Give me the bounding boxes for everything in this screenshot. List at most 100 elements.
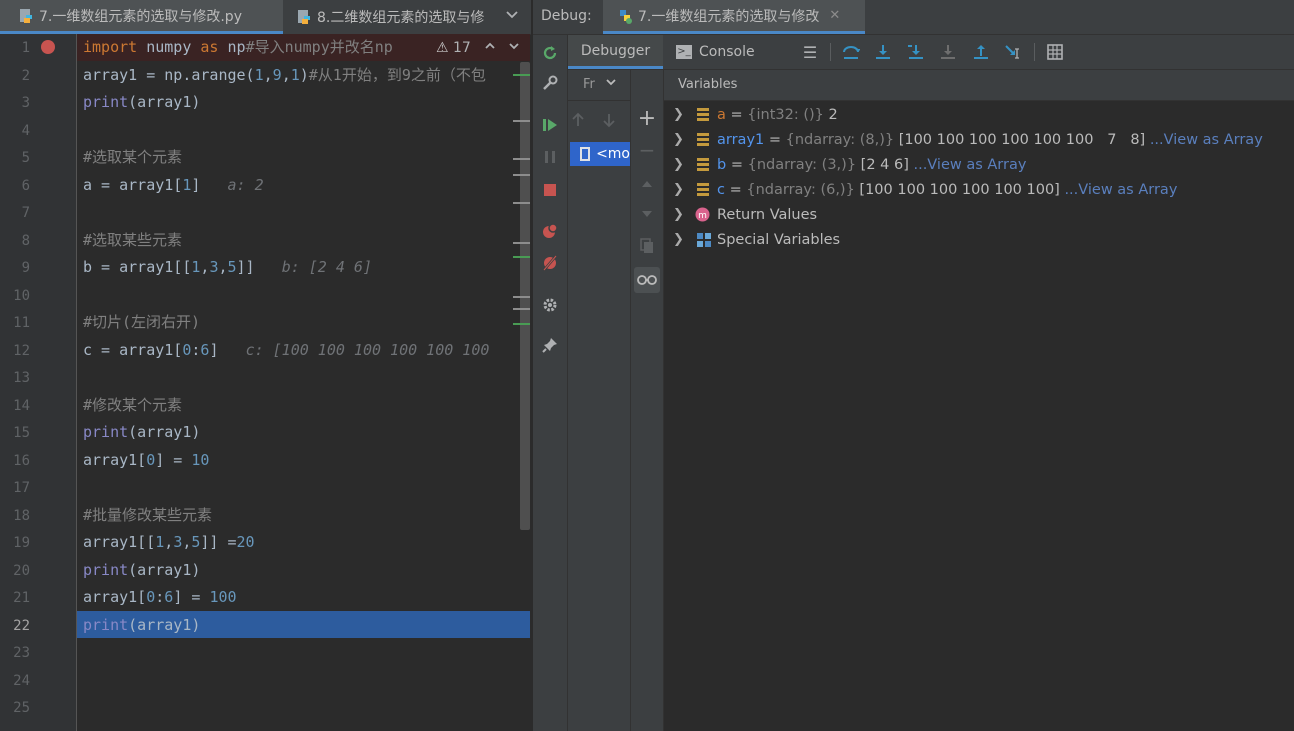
variables-panel[interactable]: Variables ❯ a = {int32: ()} 2 ❯ array1 =… — [664, 70, 1294, 731]
code-line[interactable]: print(array1) — [83, 557, 200, 584]
line-number[interactable]: 8 — [0, 233, 30, 249]
code-line[interactable]: array1[[1,3,5]] =20 — [83, 529, 255, 556]
mute-breakpoints-icon[interactable] — [540, 253, 560, 273]
line-number[interactable]: 17 — [0, 480, 30, 496]
line-number[interactable]: 4 — [0, 123, 30, 139]
step-out-icon[interactable] — [970, 41, 992, 63]
line-number[interactable]: 9 — [0, 260, 30, 276]
chevron-down-icon[interactable] — [505, 8, 523, 26]
chevron-right-icon[interactable]: ❯ — [673, 182, 684, 197]
line-number[interactable]: 20 — [0, 563, 30, 579]
code-line[interactable]: array1[0] = 10 — [83, 447, 209, 474]
copy-icon[interactable] — [637, 236, 657, 256]
add-watch-icon[interactable]: + — [637, 106, 657, 131]
code-line[interactable]: array1 = np.arange(1,9,1)#从1开始，到9之前（不包 — [83, 62, 486, 89]
return-values-group[interactable]: ❯ m Return Values — [664, 202, 1294, 227]
view-as-array-link[interactable]: ...View as Array — [913, 157, 1026, 173]
warnings-indicator[interactable]: ⚠ 17 — [436, 40, 471, 56]
line-number[interactable]: 23 — [0, 645, 30, 661]
run-to-cursor-icon[interactable] — [1002, 41, 1024, 63]
line-number[interactable]: 1 — [0, 40, 30, 56]
remove-watch-icon[interactable]: − — [637, 138, 657, 162]
code-area[interactable]: import numpy as np#导入numpy并改名np array1 = … — [77, 34, 530, 731]
chevron-down-icon[interactable] — [605, 76, 617, 91]
move-down-icon[interactable] — [637, 204, 657, 224]
code-line[interactable]: #修改某个元素 — [83, 392, 182, 419]
gear-icon[interactable] — [540, 295, 560, 315]
line-number[interactable]: 22 — [0, 618, 30, 634]
code-line[interactable]: print(array1) — [83, 612, 200, 639]
close-icon[interactable]: ✕ — [829, 8, 840, 23]
code-line[interactable]: #选取某个元素 — [83, 144, 182, 171]
resume-icon[interactable] — [540, 115, 560, 135]
chevron-up-icon[interactable] — [484, 40, 496, 56]
variable-row[interactable]: ❯ b = {ndarray: (3,)} [2 4 6] ...View as… — [664, 152, 1294, 177]
tab-console[interactable]: >_ Console — [676, 35, 786, 69]
tab-debugger[interactable]: Debugger — [568, 35, 663, 69]
force-step-into-icon[interactable] — [937, 41, 959, 63]
variable-row[interactable]: ❯ a = {int32: ()} 2 — [664, 102, 1294, 127]
debug-session-tab[interactable]: 7.一维数组元素的选取与修改 ✕ — [603, 0, 865, 34]
arrow-up-icon[interactable] — [571, 112, 585, 132]
code-line[interactable]: #选取某些元素 — [83, 227, 182, 254]
tab-file-7[interactable]: 7.一维数组元素的选取与修改.py — [0, 0, 283, 34]
layout-menu-icon[interactable]: ☰ — [799, 41, 821, 63]
chevron-right-icon[interactable]: ❯ — [673, 107, 684, 122]
evaluate-expression-icon[interactable] — [1044, 41, 1066, 63]
line-number[interactable]: 10 — [0, 288, 30, 304]
line-number[interactable]: 18 — [0, 508, 30, 524]
chevron-right-icon[interactable]: ❯ — [673, 157, 684, 172]
tab-file-8[interactable]: 8.二维数组元素的选取与修 — [284, 0, 500, 34]
line-number-gutter[interactable]: 1 2 3 4 5 6 7 8 9 10 11 12 13 14 15 16 17 18 19 20 21 22 23 24 2… — [0, 34, 77, 731]
chevron-down-icon[interactable] — [508, 40, 520, 56]
rerun-icon[interactable] — [540, 43, 560, 63]
view-as-array-link[interactable]: ...View as Array — [1064, 182, 1177, 198]
variable-row[interactable]: ❯ array1 = {ndarray: (8,)} [100 100 100 … — [664, 127, 1294, 152]
move-up-icon[interactable] — [637, 174, 657, 194]
code-line[interactable]: print(array1) — [83, 89, 200, 116]
chevron-right-icon[interactable]: ❯ — [673, 207, 684, 222]
glasses-icon[interactable] — [634, 267, 660, 293]
code-editor[interactable]: 7.一维数组元素的选取与修改.py 8.二维数组元素的选取与修 12345678… — [0, 0, 531, 731]
line-number[interactable]: 15 — [0, 425, 30, 441]
breakpoint-icon[interactable] — [41, 40, 55, 54]
line-number[interactable]: 5 — [0, 150, 30, 166]
frame-list-item[interactable]: <mo — [570, 142, 630, 166]
wrench-icon[interactable] — [540, 73, 560, 93]
step-into-icon[interactable] — [872, 41, 894, 63]
code-line[interactable]: import numpy as np#导入numpy并改名np — [83, 34, 393, 61]
line-number[interactable]: 2 — [0, 68, 30, 84]
view-breakpoints-icon[interactable] — [540, 221, 560, 241]
line-number[interactable]: 14 — [0, 398, 30, 414]
line-number[interactable]: 16 — [0, 453, 30, 469]
frames-header[interactable]: Fr — [568, 70, 630, 101]
line-number[interactable]: 24 — [0, 673, 30, 689]
line-number[interactable]: 25 — [0, 700, 30, 716]
line-number[interactable]: 19 — [0, 535, 30, 551]
code-line[interactable]: array1[0:6] = 100 — [83, 584, 237, 611]
stop-icon[interactable] — [540, 180, 560, 200]
arrow-down-icon[interactable] — [602, 112, 616, 132]
step-into-my-code-icon[interactable] — [905, 41, 927, 63]
line-number[interactable]: 21 — [0, 590, 30, 606]
code-line[interactable]: a = array1[1] a: 2 — [83, 172, 264, 199]
pause-icon[interactable] — [540, 147, 560, 167]
chevron-right-icon[interactable]: ❯ — [673, 132, 684, 147]
line-number[interactable]: 13 — [0, 370, 30, 386]
variable-row[interactable]: ❯ c = {ndarray: (6,)} [100 100 100 100 1… — [664, 177, 1294, 202]
code-line[interactable]: b = array1[[1,3,5]] b: [2 4 6] — [83, 254, 372, 281]
line-number[interactable]: 11 — [0, 315, 30, 331]
chevron-right-icon[interactable]: ❯ — [673, 232, 684, 247]
code-line[interactable]: print(array1) — [83, 419, 200, 446]
line-number[interactable]: 6 — [0, 178, 30, 194]
view-as-array-link[interactable]: ...View as Array — [1150, 132, 1263, 148]
code-line[interactable]: c = array1[0:6] c: [100 100 100 100 100 … — [83, 337, 489, 364]
line-number[interactable]: 12 — [0, 343, 30, 359]
line-number[interactable]: 7 — [0, 205, 30, 221]
step-over-icon[interactable] — [840, 41, 862, 63]
special-variables-group[interactable]: ❯ Special Variables — [664, 227, 1294, 252]
pin-icon[interactable] — [540, 335, 560, 355]
code-line[interactable]: #切片(左闭右开) — [83, 309, 200, 336]
code-line[interactable]: #批量修改某些元素 — [83, 502, 212, 529]
line-number[interactable]: 3 — [0, 95, 30, 111]
